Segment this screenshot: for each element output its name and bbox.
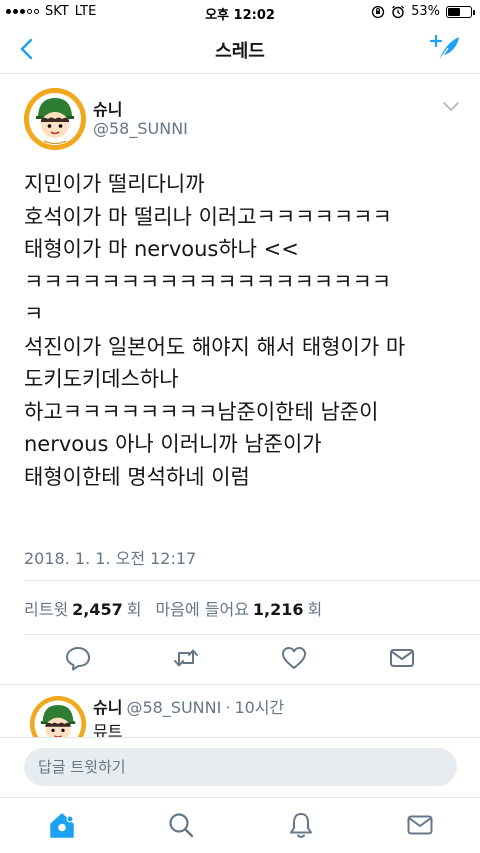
chevron-down-icon[interactable]	[442, 100, 460, 112]
alarm-icon	[392, 5, 405, 18]
tweet-timestamp: 2018. 1. 1. 오전 12:17	[24, 549, 197, 568]
reply-composer	[0, 737, 480, 797]
tweet-line: 지민이가 떨리다니까	[24, 172, 205, 196]
navigation-bar: 스레드	[0, 24, 480, 74]
tweet-text: 지민이가 떨리다니까 호석이가 마 떨리나 이러고ㅋㅋㅋㅋㅋㅋㅋ 태형이가 마 …	[24, 168, 464, 493]
reply-icon[interactable]	[64, 644, 92, 672]
tweet-line: 태형이가 마 nervous하나 <<	[24, 237, 299, 261]
tweet-line: nervous 아나 이러니까 남준이가	[24, 432, 322, 456]
divider	[24, 580, 480, 581]
tweet-line: 하고ㅋㅋㅋㅋㅋㅋㅋㅋ남준이한테 남준이	[24, 399, 379, 424]
reply-author-name[interactable]: 슈니	[93, 694, 122, 718]
author-handle[interactable]: @58_SUNNI	[93, 119, 188, 138]
retweet-icon[interactable]	[172, 644, 200, 672]
reply-author-handle[interactable]: @58_SUNNI	[126, 698, 221, 717]
tweet-line: 도키도키데스하나	[24, 367, 179, 391]
tweet-line: 호석이가 마 떨리나 이러고ㅋㅋㅋㅋㅋㅋㅋ	[24, 204, 392, 229]
status-right: 53%	[371, 4, 475, 19]
battery-icon	[446, 5, 475, 18]
direct-message-icon[interactable]	[388, 644, 416, 672]
tweet-stats: 리트윗 2,457 회 마음에 들어요 1,216 회	[24, 596, 322, 620]
avatar[interactable]	[24, 88, 86, 150]
likes-label: 마음에 들어요	[155, 600, 249, 619]
reply-header: 슈니 @58_SUNNI · 10시간	[93, 694, 284, 718]
compose-tweet-icon[interactable]	[428, 32, 462, 64]
search-icon[interactable]	[166, 810, 196, 840]
tweet-line: ㅋ	[24, 302, 44, 326]
battery-percent: 53%	[411, 4, 440, 19]
notifications-icon[interactable]	[286, 810, 316, 840]
author-name[interactable]: 슈니	[93, 96, 122, 120]
reply-separator: ·	[225, 698, 231, 717]
messages-icon[interactable]	[405, 810, 435, 840]
retweets-label: 리트윗	[24, 600, 69, 619]
reply-input[interactable]	[24, 748, 457, 786]
heart-icon[interactable]	[280, 644, 308, 672]
tab-bar	[0, 797, 480, 853]
home-icon[interactable]	[47, 810, 77, 840]
divider	[24, 634, 480, 635]
avatar-illustration-icon	[24, 88, 86, 150]
likes-count[interactable]: 1,216	[253, 600, 304, 619]
retweets-count[interactable]: 2,457	[72, 600, 123, 619]
tweet-line: 태형이한테 명석하네 이럼	[24, 464, 250, 489]
tweet-line: ㅋㅋㅋㅋㅋㅋㅋㅋㅋㅋㅋㅋㅋㅋㅋㅋㅋㅋㅋ	[24, 269, 392, 294]
reply-time: 10시간	[234, 698, 285, 717]
status-bar: SKT LTE 오후 12:02 53%	[0, 0, 480, 24]
page-title: 스레드	[215, 41, 265, 62]
tweet-actions	[0, 642, 480, 676]
likes-unit: 회	[307, 600, 323, 619]
orientation-lock-icon	[371, 5, 385, 18]
divider	[0, 684, 480, 685]
retweets-unit: 회	[126, 600, 142, 619]
tweet-line: 석진이가 일본어도 해야지 해서 태형이가 마	[24, 334, 406, 359]
